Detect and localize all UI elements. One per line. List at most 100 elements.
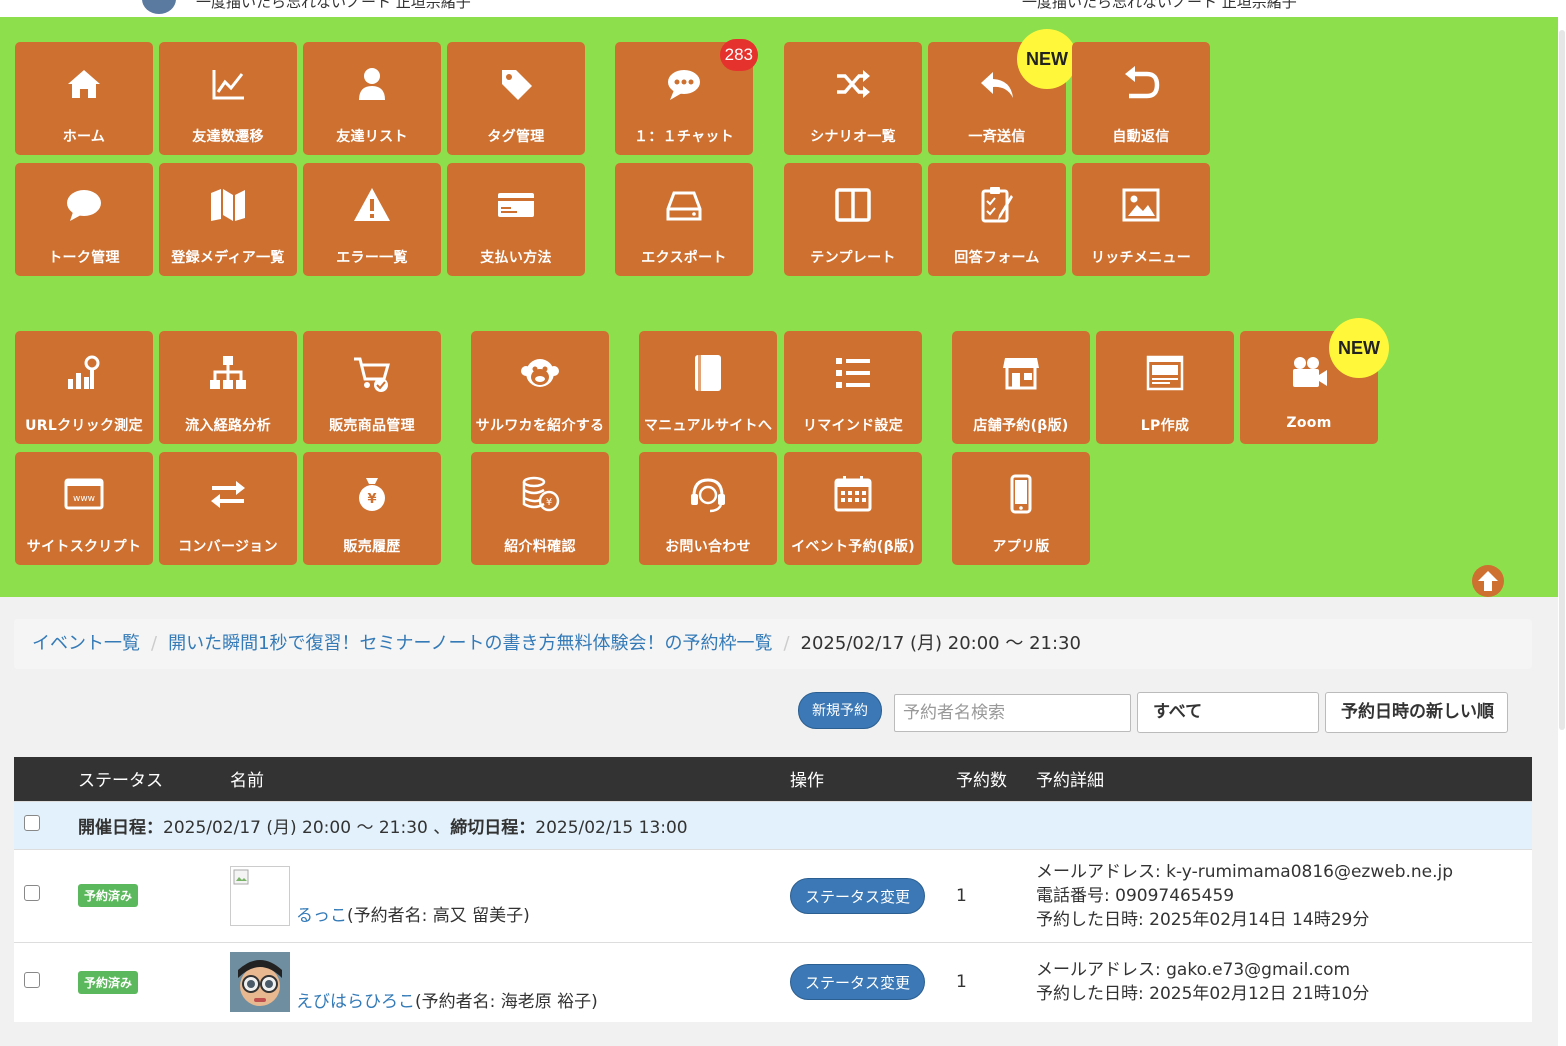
menu-tile-1[interactable]: ホーム	[15, 42, 153, 155]
menu-tile-label: エクスポート	[641, 250, 727, 266]
table-header: ステータス 名前 操作 予約数 予約詳細	[14, 757, 1532, 801]
menu-tile-25[interactable]: Zoom NEW	[1240, 318, 1389, 444]
menu-tile-24[interactable]: LP作成	[1096, 331, 1234, 444]
list-icon	[836, 358, 870, 388]
menu-tile-18[interactable]: 流入経路分析	[159, 331, 297, 444]
header-name: 名前	[230, 771, 264, 792]
detail-reserved-at: 予約した日時: 2025年02月12日 21時10分	[1036, 984, 1370, 1005]
schedule-group-row: 開催日程：2025/02/17 (月) 20:00 〜 21:30 、締切日程：…	[14, 800, 1532, 849]
menu-tile-17[interactable]: URLクリック測定	[15, 331, 153, 444]
reserver-name: (予約者名: 海老原 裕子)	[415, 992, 598, 1013]
friend-name-link[interactable]: るっこ	[296, 906, 347, 926]
status-change-button[interactable]: ステータス変更	[790, 877, 926, 914]
table-row: 予約済み えびはらひろこ(予約者名: 海老原 裕子) ステータス変更 1 メール…	[14, 941, 1532, 1022]
header-details: 予約詳細	[1036, 771, 1104, 792]
menu-tile-22[interactable]: リマインド設定	[784, 331, 922, 444]
menu-tile-31[interactable]: イベント予約(β版)	[784, 452, 922, 565]
svg-text:¥: ¥	[367, 492, 376, 507]
reserver-name: (予約者名: 高又 留美子)	[347, 905, 530, 926]
menu-tile-28[interactable]: ¥ 販売履歴	[303, 452, 441, 565]
menu-tile-29[interactable]: ¥ 紹介料確認	[471, 452, 609, 565]
menu-tile-label: リッチメニュー	[1090, 250, 1192, 266]
status-badge: 予約済み	[78, 884, 139, 907]
comment-icon	[67, 190, 101, 221]
warning-icon	[354, 188, 390, 221]
menu-tile-20[interactable]: サルワカを紹介する	[471, 331, 609, 444]
menu-tile-12[interactable]: 支払い方法	[447, 163, 585, 276]
breadcrumb-current: 2025/02/17 (月) 20:00 〜 21:30	[800, 633, 1081, 654]
schedule-group-label: 開催日程：2025/02/17 (月) 20:00 〜 21:30 、締切日程：…	[78, 800, 1532, 849]
menu-tile-label: サイトスクリプト	[26, 539, 142, 555]
friend-name-link[interactable]: えびはらひろこ	[296, 992, 415, 1012]
detail-email: メールアドレス: gako.e73@gmail.com	[1036, 960, 1351, 981]
new-reservation-button[interactable]: 新規予約	[798, 692, 882, 729]
breadcrumb-slot-list[interactable]: 開いた瞬間1秒で復習！セミナーノートの書き方無料体験会！の予約枠一覧	[168, 633, 772, 654]
avatar	[230, 952, 290, 1013]
header-status: ステータス	[78, 771, 163, 792]
menu-tile-11[interactable]: エラー一覧	[303, 163, 441, 276]
menu-tile-6[interactable]: シナリオ一覧	[784, 42, 922, 155]
menu-tile-label: コンバージョン	[178, 539, 278, 555]
calendar-icon	[834, 476, 872, 512]
menu-tile-26[interactable]: www サイトスクリプト	[15, 452, 153, 565]
menu-tile-3[interactable]: 友達リスト	[303, 42, 441, 155]
sitemap-icon	[210, 356, 246, 389]
home-icon	[68, 70, 100, 98]
status-change-button[interactable]: ステータス変更	[790, 964, 926, 1001]
detail-reserved-at: 予約した日時: 2025年02月14日 14時29分	[1036, 909, 1370, 930]
breadcrumb-event-list[interactable]: イベント一覧	[32, 633, 140, 654]
reservation-count: 1	[956, 972, 967, 993]
menu-tile-label: 回答フォーム	[954, 250, 1040, 266]
menu-tile-10[interactable]: 登録メディア一覧	[159, 163, 297, 276]
menu-tile-19[interactable]: 販売商品管理	[303, 331, 441, 444]
tags-icon	[502, 70, 532, 100]
menu-tile-2[interactable]: 友達数遷移	[159, 42, 297, 155]
scroll-top-icon[interactable]	[1472, 565, 1504, 597]
row-checkbox[interactable]	[24, 885, 40, 901]
top-header-strip: 一度描いたら忘れないノート 正垣宗緒子 一度描いたら忘れないノート 正垣宗緒子	[0, 0, 1558, 17]
reservation-count: 1	[956, 885, 967, 906]
menu-tile-23[interactable]: 店舗予約(β版)	[952, 331, 1090, 444]
clipboard-icon	[981, 187, 1013, 223]
reserver-search-input[interactable]	[894, 694, 1131, 732]
group-checkbox[interactable]	[24, 814, 40, 831]
mobile-icon	[1010, 474, 1032, 514]
row-checkbox[interactable]	[24, 971, 40, 988]
menu-tile-label: LP作成	[1140, 418, 1190, 434]
menu-tile-label: 友達リスト	[336, 129, 408, 145]
status-filter-select[interactable]: すべて	[1137, 692, 1319, 733]
coins-icon: ¥	[522, 476, 560, 512]
menu-tile-15[interactable]: 回答フォーム	[928, 163, 1066, 276]
analytics-search-icon	[68, 355, 100, 389]
menu-tile-16[interactable]: リッチメニュー	[1072, 163, 1210, 276]
menu-tile-21[interactable]: マニュアルサイトへ	[639, 331, 777, 444]
menu-tile-label: ホーム	[62, 129, 106, 145]
menu-tile-30[interactable]: お問い合わせ	[639, 452, 777, 565]
account-avatar[interactable]	[142, 0, 176, 14]
store-icon	[1003, 358, 1039, 390]
menu-tile-32[interactable]: アプリ版	[952, 452, 1090, 565]
columns-icon	[835, 188, 871, 222]
menu-tile-13[interactable]: エクスポート	[615, 163, 753, 276]
image-icon	[1122, 188, 1160, 222]
menu-tile-label: マニュアルサイトへ	[643, 418, 773, 434]
menu-tile-label: 店舗予約(β版)	[973, 418, 1069, 434]
sort-order-select[interactable]: 予約日時の新しい順	[1325, 692, 1508, 733]
menu-tile-8[interactable]: 自動返信	[1072, 42, 1210, 155]
menu-tile-14[interactable]: テンプレート	[784, 163, 922, 276]
scrollbar-thumb[interactable]	[1559, 30, 1565, 730]
menu-tile-9[interactable]: トーク管理	[15, 163, 153, 276]
menu-tile-5[interactable]: １：１チャット 283	[615, 39, 758, 155]
menu-tile-27[interactable]: コンバージョン	[159, 452, 297, 565]
menu-tile-label: サルワカを紹介する	[475, 418, 605, 434]
account-name-left: 一度描いたら忘れないノート 正垣宗緒子	[196, 0, 471, 11]
book-icon	[695, 355, 721, 391]
menu-tile-7[interactable]: 一斉送信 NEW	[928, 29, 1077, 155]
page-scrollbar[interactable]	[1558, 0, 1566, 1046]
video-camera-icon	[1293, 357, 1327, 387]
monkey-icon	[521, 359, 559, 387]
menu-tile-4[interactable]: タグ管理	[447, 42, 585, 155]
avatar	[230, 865, 290, 926]
header-action: 操作	[790, 771, 824, 792]
menu-tile-label: 紹介料確認	[504, 539, 576, 555]
